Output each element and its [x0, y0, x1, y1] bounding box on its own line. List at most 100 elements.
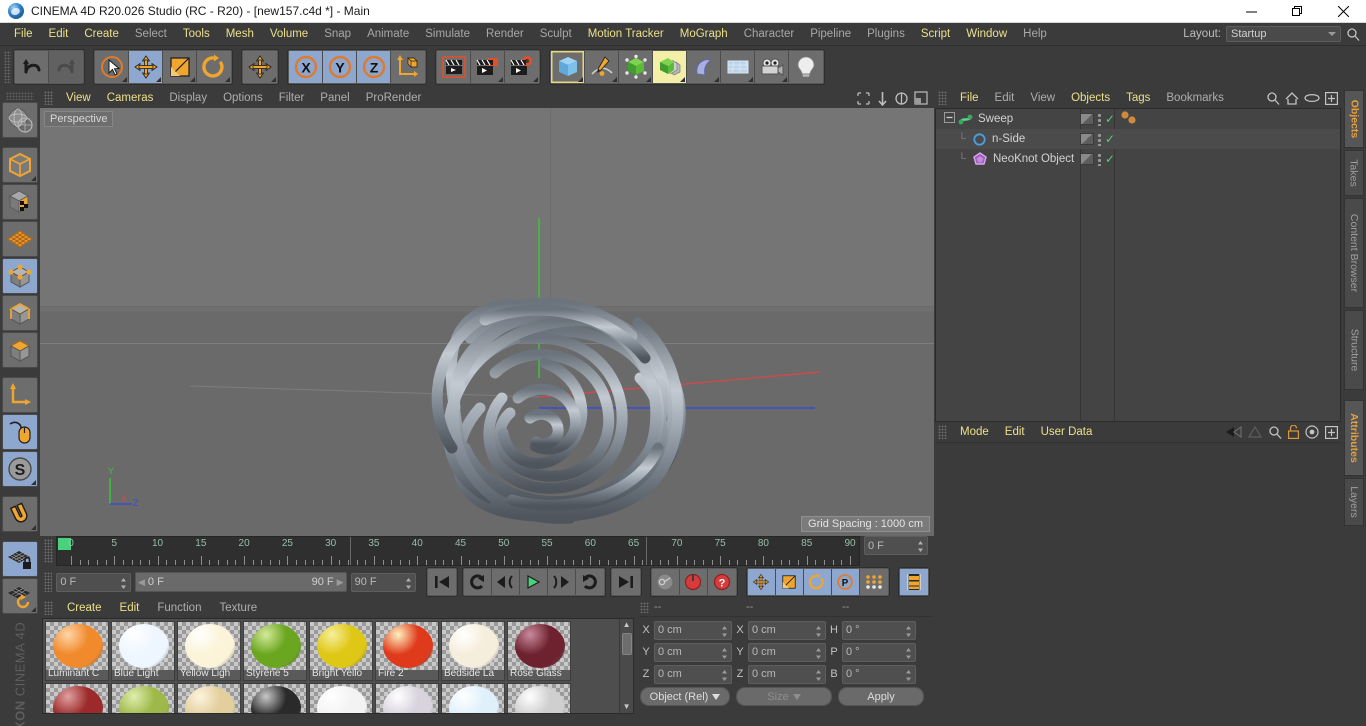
enable-snapping-button[interactable] — [2, 414, 38, 450]
object-menu-tags[interactable]: Tags — [1118, 92, 1158, 104]
menu-help[interactable]: Help — [1015, 23, 1055, 46]
visibility-dots-icon[interactable] — [1080, 113, 1094, 125]
menu-window[interactable]: Window — [958, 23, 1015, 46]
layer-dots-icon[interactable] — [1097, 132, 1102, 146]
add-light-button[interactable] — [789, 51, 823, 83]
viewport-3d[interactable]: Perspective Y X Z Grid Spacing: 1000 cm — [40, 108, 934, 536]
size-field[interactable]: 0 cm — [748, 642, 826, 662]
lock-icon[interactable] — [1288, 425, 1299, 439]
object-tree[interactable]: Sweep ✓ └ n-Side ✓ └ NeoKnot Object ✓ — [935, 108, 1341, 422]
viewport-menu-view[interactable]: View — [58, 92, 99, 104]
workplane-mode-button[interactable] — [2, 221, 38, 257]
menu-select[interactable]: Select — [127, 23, 175, 46]
menu-simulate[interactable]: Simulate — [417, 23, 478, 46]
menu-render[interactable]: Render — [478, 23, 532, 46]
left-toolbar-grip[interactable] — [6, 92, 34, 100]
material-cell[interactable]: Fire 2 — [375, 621, 439, 681]
timeline-ruler[interactable]: 0 5 10 15 20 25 30 35 40 45 50 55 60 65 70 75 80 85 90 — [56, 536, 860, 566]
pan-icon[interactable] — [856, 91, 871, 106]
maximize-button[interactable] — [1274, 0, 1320, 23]
redo-button[interactable] — [49, 51, 83, 83]
rotation-field[interactable]: 0 ° — [842, 664, 916, 684]
object-menu-file[interactable]: File — [952, 92, 987, 104]
attributes-content[interactable] — [935, 442, 1341, 726]
target-icon[interactable] — [1305, 425, 1319, 439]
material-cell[interactable] — [441, 683, 505, 713]
material-menu-function[interactable]: Function — [148, 602, 210, 614]
timeline-button[interactable] — [899, 569, 928, 595]
scrollbar-thumb[interactable] — [621, 633, 632, 655]
vertical-tab-structure[interactable]: Structure — [1344, 310, 1364, 390]
add-panel-icon[interactable] — [1325, 91, 1338, 105]
viewport-menu-display[interactable]: Display — [161, 92, 215, 104]
layer-dots-icon[interactable] — [1097, 152, 1102, 166]
search-icon[interactable] — [1266, 91, 1280, 105]
soft-selection-button[interactable]: S — [2, 451, 38, 487]
object-menu-objects[interactable]: Objects — [1063, 92, 1118, 104]
material-cell[interactable]: Blue Light — [111, 621, 175, 681]
menu-animate[interactable]: Animate — [359, 23, 417, 46]
controls-grip[interactable] — [44, 572, 53, 592]
material-cell[interactable] — [111, 683, 175, 713]
object-menu-view[interactable]: View — [1022, 92, 1063, 104]
vertical-tab-content-browser[interactable]: Content Browser — [1344, 198, 1364, 308]
spinner-icon[interactable] — [120, 577, 127, 590]
range-right-arrow-icon[interactable]: ▶ — [337, 577, 344, 588]
menu-mesh[interactable]: Mesh — [218, 23, 262, 46]
maximize-view-icon[interactable] — [914, 91, 928, 105]
polygons-mode-button[interactable] — [2, 332, 38, 368]
spinner-icon[interactable] — [815, 625, 822, 638]
attributes-menu-edit[interactable]: Edit — [997, 426, 1033, 438]
vertical-tab-takes[interactable]: Takes — [1344, 150, 1364, 196]
spinner-icon[interactable] — [905, 625, 912, 638]
add-deformer-button[interactable] — [687, 51, 721, 83]
viewport-menu-panel[interactable]: Panel — [312, 92, 357, 104]
material-cell[interactable]: Bedside La — [441, 621, 505, 681]
coordinate-mode-dropdown[interactable]: Object (Rel) — [640, 687, 730, 706]
expander-icon[interactable] — [940, 110, 958, 128]
position-key-button[interactable] — [747, 569, 776, 595]
coordinates-grip[interactable] — [640, 601, 649, 613]
material-cell[interactable] — [375, 683, 439, 713]
material-menu-edit[interactable]: Edit — [111, 602, 149, 614]
spinner-icon[interactable] — [815, 647, 822, 660]
go-to-start-button[interactable] — [427, 569, 456, 595]
param-key-button[interactable]: P — [831, 569, 860, 595]
undo-button[interactable] — [15, 51, 49, 83]
spinner-icon[interactable] — [815, 669, 822, 682]
viewport-grip[interactable] — [44, 91, 53, 105]
add-environment-button[interactable] — [721, 51, 755, 83]
back-arrow-icon[interactable] — [1225, 426, 1242, 438]
texture-mode-button[interactable] — [2, 184, 38, 220]
planar-workplane-button[interactable] — [2, 578, 38, 614]
add-spline-button[interactable] — [585, 51, 619, 83]
apply-button[interactable]: Apply — [838, 687, 924, 706]
menu-snap[interactable]: Snap — [316, 23, 359, 46]
material-cell[interactable] — [45, 683, 109, 713]
vertical-tab-layers[interactable]: Layers — [1344, 478, 1364, 526]
timeline-start-field[interactable]: 0 F — [56, 572, 131, 592]
menu-tools[interactable]: Tools — [175, 23, 218, 46]
autokeying-button[interactable] — [679, 569, 708, 595]
step-forward-button[interactable] — [547, 569, 576, 595]
record-keyframe-button[interactable] — [651, 569, 680, 595]
search-icon[interactable] — [1346, 27, 1360, 41]
material-cell[interactable]: Bright Yello — [309, 621, 373, 681]
home-icon[interactable] — [1285, 91, 1299, 105]
attributes-grip[interactable] — [938, 425, 947, 439]
points-mode-button[interactable] — [2, 258, 38, 294]
object-row[interactable]: └ NeoKnot Object ✓ — [936, 149, 1340, 169]
eye-icon[interactable] — [1304, 93, 1320, 103]
lock-z-axis[interactable]: Z — [357, 51, 391, 83]
render-view-button[interactable] — [437, 51, 471, 83]
size-mode-dropdown[interactable]: Size — [736, 687, 832, 706]
object-row[interactable]: └ n-Side ✓ — [936, 129, 1340, 149]
enable-axis-modification-button[interactable] — [2, 377, 38, 413]
lock-y-axis[interactable]: Y — [323, 51, 357, 83]
spinner-icon[interactable] — [917, 540, 924, 553]
vertical-tab-objects[interactable]: Objects — [1344, 90, 1364, 148]
material-menu-create[interactable]: Create — [58, 602, 111, 614]
menu-file[interactable]: File — [6, 23, 41, 46]
material-cell[interactable] — [507, 683, 571, 713]
menu-mograph[interactable]: MoGraph — [672, 23, 736, 46]
